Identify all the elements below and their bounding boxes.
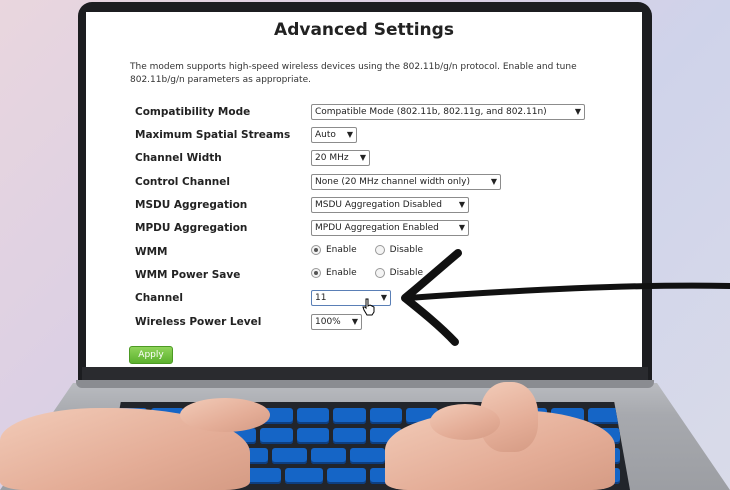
hand-drawn-arrow-icon xyxy=(401,249,730,346)
